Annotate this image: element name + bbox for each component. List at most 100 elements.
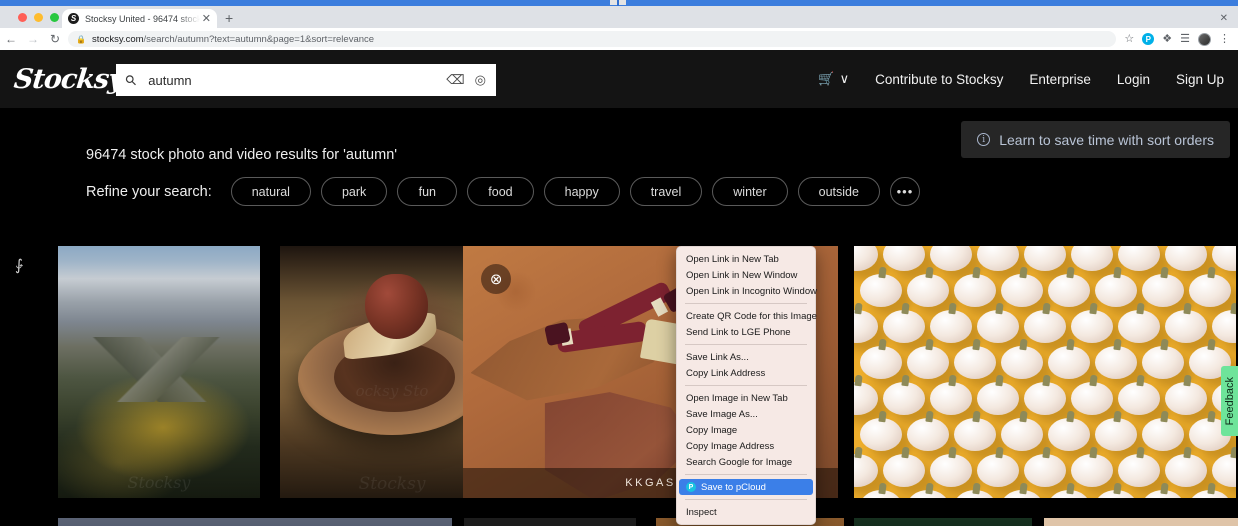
zoom-preview-button[interactable]: ⊕ (481, 264, 511, 294)
refine-pill-travel[interactable]: travel (629, 177, 703, 206)
context-menu-item[interactable]: Search Google for Image (677, 454, 815, 470)
context-menu-item[interactable]: Open Link in Incognito Window (677, 283, 817, 299)
refine-pill-food[interactable]: food (467, 177, 534, 206)
maximize-window-button[interactable] (50, 13, 59, 22)
magnify-icon: ⊕ (485, 268, 507, 290)
pcloud-extension-icon[interactable]: P (1142, 33, 1155, 45)
results-grid-row-2 (58, 518, 1238, 526)
banner-text: Learn to save time with sort orders (999, 131, 1214, 148)
browser-tab[interactable]: S Stocksy United - 96474 stock ✕ (62, 9, 217, 28)
pumpkin-shape (954, 418, 996, 451)
context-menu[interactable]: Open Link in New Tab Open Link in New Win… (676, 246, 817, 525)
pumpkin-shape (854, 246, 878, 271)
mountain-valley-image: Stocksy (58, 246, 260, 498)
pumpkin-shape (1048, 418, 1090, 451)
context-menu-item[interactable]: Open Link in New Window (677, 267, 815, 283)
result-card-partial-2[interactable] (464, 518, 636, 526)
screen: S Stocksy United - 96474 stock ✕ + ✕ ← →… (0, 0, 1238, 526)
filter-rail-icon[interactable]: ⨑ (15, 258, 23, 273)
pumpkin-shape (1024, 454, 1066, 487)
result-card-partial-1[interactable] (58, 518, 452, 526)
pumpkin-shape (1189, 274, 1231, 307)
new-tab-button[interactable]: + (225, 11, 233, 25)
close-window-button[interactable] (18, 13, 27, 22)
pumpkin-shape (1024, 310, 1066, 343)
image-credit: KKGAS (625, 477, 676, 489)
star-icon[interactable]: ☆ (1124, 33, 1134, 45)
window-close-icon[interactable]: ✕ (1220, 14, 1228, 24)
reload-icon[interactable]: ↻ (44, 32, 66, 46)
pumpkin-shape (1001, 274, 1043, 307)
refine-pill-fun[interactable]: fun (397, 177, 458, 206)
visual-search-icon[interactable]: ◎ (475, 72, 486, 88)
context-menu-item[interactable]: Save Link As... (677, 349, 815, 365)
menu-separator (685, 303, 807, 304)
result-card-mountain-valley[interactable]: Stocksy (58, 246, 260, 498)
nav-link-contribute[interactable]: Contribute to Stocksy (875, 72, 1003, 87)
pumpkin-shape (1165, 246, 1207, 271)
minimize-window-button[interactable] (34, 13, 43, 22)
nav-link-enterprise[interactable]: Enterprise (1029, 72, 1091, 87)
forward-icon[interactable]: → (22, 32, 44, 46)
pomegranate-shape (365, 273, 428, 340)
context-menu-item[interactable]: Copy Link Address (677, 365, 815, 381)
refine-pill-more[interactable]: ••• (889, 177, 920, 206)
context-menu-item[interactable]: Open Image in New Tab (677, 390, 815, 406)
avatar[interactable] (1198, 32, 1211, 46)
context-menu-item[interactable]: Inspect (677, 504, 815, 520)
pumpkin-shape (1048, 346, 1090, 379)
pumpkin-shape (1142, 346, 1184, 379)
menu-separator (685, 499, 807, 500)
sort-orders-banner[interactable]: i Learn to save time with sort orders (961, 121, 1230, 158)
pumpkin-shape (1142, 418, 1184, 451)
cart-icon: 🛒 (818, 71, 835, 86)
result-card-partial-4[interactable] (854, 518, 1032, 526)
toolbar-actions: ☆ P ❖ ☰ ⋮ (1124, 32, 1238, 46)
context-menu-item[interactable]: Open Link in New Tab (677, 251, 815, 267)
pumpkin-shape (954, 346, 996, 379)
stocksy-logo[interactable]: Stocksy (12, 64, 124, 95)
pumpkin-shape (1071, 310, 1113, 343)
pumpkin-shape (1142, 490, 1184, 498)
nav-link-login[interactable]: Login (1117, 72, 1150, 87)
window-controls[interactable] (18, 13, 59, 22)
cart-button[interactable]: 🛒 ∨ (818, 71, 849, 87)
context-menu-item-label: Send Link to LGE Phone (686, 326, 791, 338)
results-header: i Learn to save time with sort orders 96… (0, 108, 1238, 259)
context-menu-item[interactable]: Save Image As... (677, 406, 815, 422)
pumpkin-shape (883, 454, 925, 487)
pumpkin-shape (883, 246, 925, 271)
refine-pill-outside[interactable]: outside (797, 177, 880, 206)
context-menu-item-label: Copy Link Address (686, 367, 766, 379)
pumpkin-shape (1071, 246, 1113, 271)
feedback-tab[interactable]: Feedback (1221, 366, 1238, 436)
pumpkin-shape (1071, 454, 1113, 487)
context-menu-item[interactable]: Create QR Code for this Image (677, 308, 817, 324)
address-bar[interactable]: 🔒 stocksy.com/search/autumn?text=autumn&… (68, 31, 1117, 47)
search-input[interactable]: autumn (148, 73, 436, 88)
close-icon[interactable]: ✕ (202, 12, 211, 25)
extensions-icon[interactable]: ❖ (1162, 33, 1172, 45)
refine-pill-winter[interactable]: winter (712, 177, 788, 206)
pumpkin-shape (1165, 310, 1207, 343)
pumpkin-shape (1095, 490, 1137, 498)
result-card-partial-5[interactable] (1044, 518, 1238, 526)
context-menu-item[interactable]: P Save to pCloud (679, 479, 813, 495)
browser-menu-icon[interactable]: ⋮ (1219, 33, 1230, 45)
nav-link-signup[interactable]: Sign Up (1176, 72, 1224, 87)
context-menu-item[interactable]: Copy Image Address (677, 438, 815, 454)
back-icon[interactable]: ← (0, 32, 22, 46)
white-pumpkins-pattern-image (854, 246, 1236, 498)
context-menu-item[interactable]: Send Link to LGE Phone (677, 324, 815, 340)
refine-pill-natural[interactable]: natural (230, 177, 311, 206)
context-menu-item-label: Inspect (686, 506, 717, 518)
reading-list-icon[interactable]: ☰ (1180, 33, 1190, 45)
clear-search-icon[interactable]: ⌫ (446, 72, 464, 88)
result-card-white-pumpkins[interactable] (854, 246, 1236, 498)
search-bar[interactable]: ⚲ autumn ⌫ ◎ (116, 64, 496, 96)
refine-pill-happy[interactable]: happy (543, 177, 620, 206)
favicon: S (68, 13, 79, 24)
lock-icon: 🔒 (76, 34, 86, 44)
context-menu-item[interactable]: Copy Image (677, 422, 815, 438)
refine-pill-park[interactable]: park (320, 177, 388, 206)
